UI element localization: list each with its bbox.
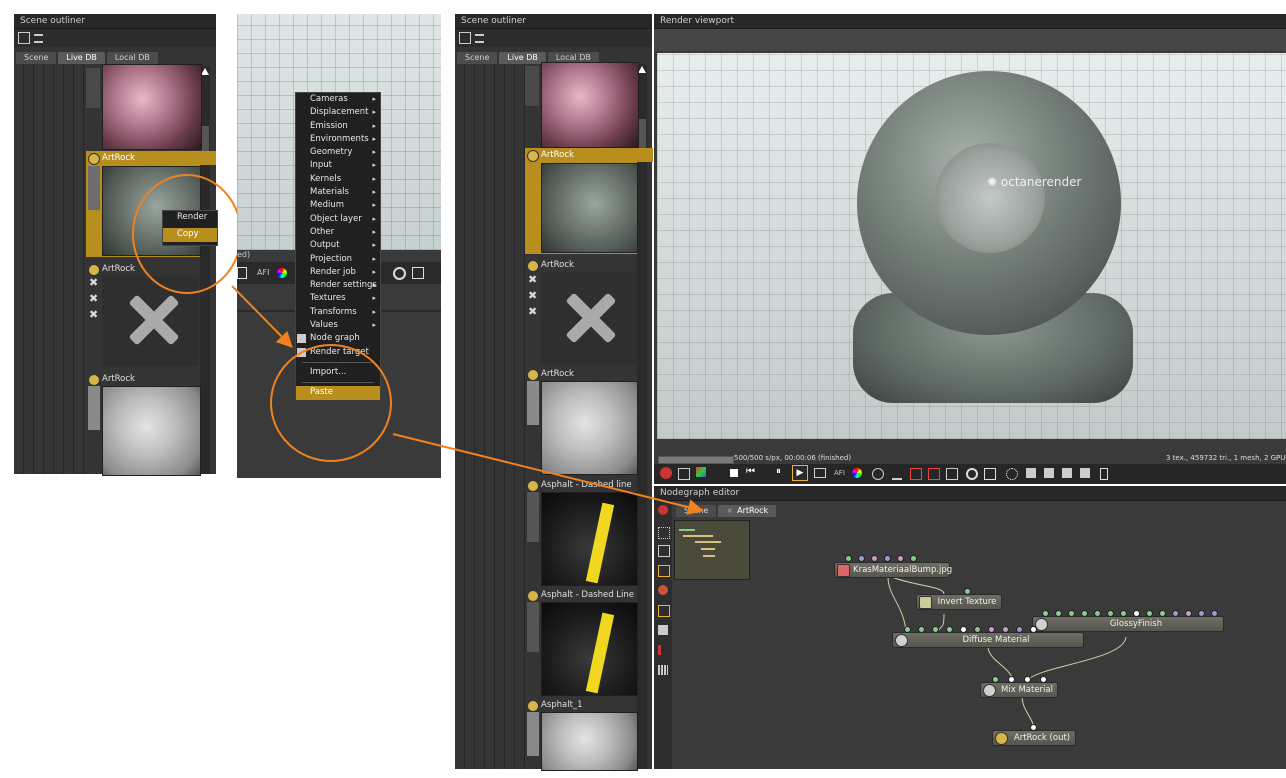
arrow-paste-to-nodegraph [392,433,704,515]
annotation-arrows [231,285,704,515]
arrow-copy-to-paste [231,285,293,348]
